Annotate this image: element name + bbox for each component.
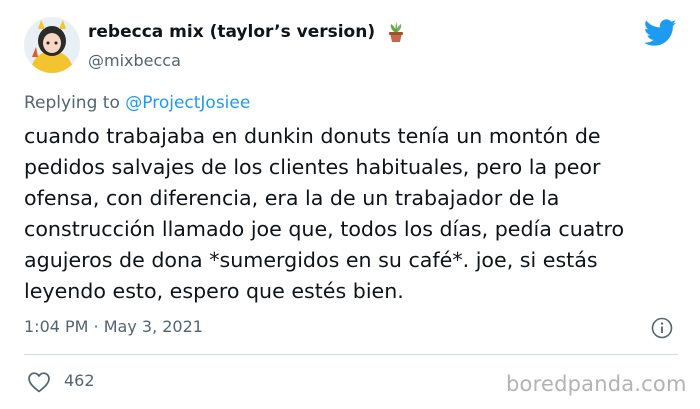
display-name[interactable]: rebecca mix (taylor’s version)	[88, 22, 375, 42]
potted-plant-icon	[385, 21, 407, 43]
tweet-line: pedidos salvajes de los clientes habitua…	[24, 155, 601, 179]
tweet-line: agujeros de dona *sumergidos en su café*…	[24, 248, 598, 272]
tweet-timestamp[interactable]: 1:04 PM · May 3, 2021	[24, 317, 203, 336]
reply-mention-link[interactable]: @ProjectJosiee	[125, 93, 250, 113]
divider	[24, 354, 678, 355]
tweet-line: cuando trabajaba en dunkin donuts tenía …	[24, 124, 601, 148]
like-count: 462	[64, 371, 95, 390]
avatar-illustration-icon	[24, 17, 80, 73]
tweet-line: ofensa, con diferencia, era la de un tra…	[24, 186, 560, 210]
watermark: boredpanda.com	[506, 372, 687, 396]
twitter-bird-icon[interactable]	[643, 19, 677, 47]
user-handle[interactable]: @mixbecca	[88, 51, 181, 70]
heart-icon[interactable]	[27, 371, 51, 393]
replying-to-label: Replying to	[24, 93, 120, 113]
tweet-line: leyendo esto, espero que estés bien.	[24, 279, 404, 303]
info-icon[interactable]	[651, 317, 673, 339]
replying-to: Replying to @ProjectJosiee	[24, 93, 250, 113]
tweet-text: cuando trabajaba en dunkin donuts tenía …	[24, 121, 684, 307]
tweet-line: construcción llamado joe que, todos los …	[24, 217, 625, 241]
avatar[interactable]	[24, 17, 80, 73]
